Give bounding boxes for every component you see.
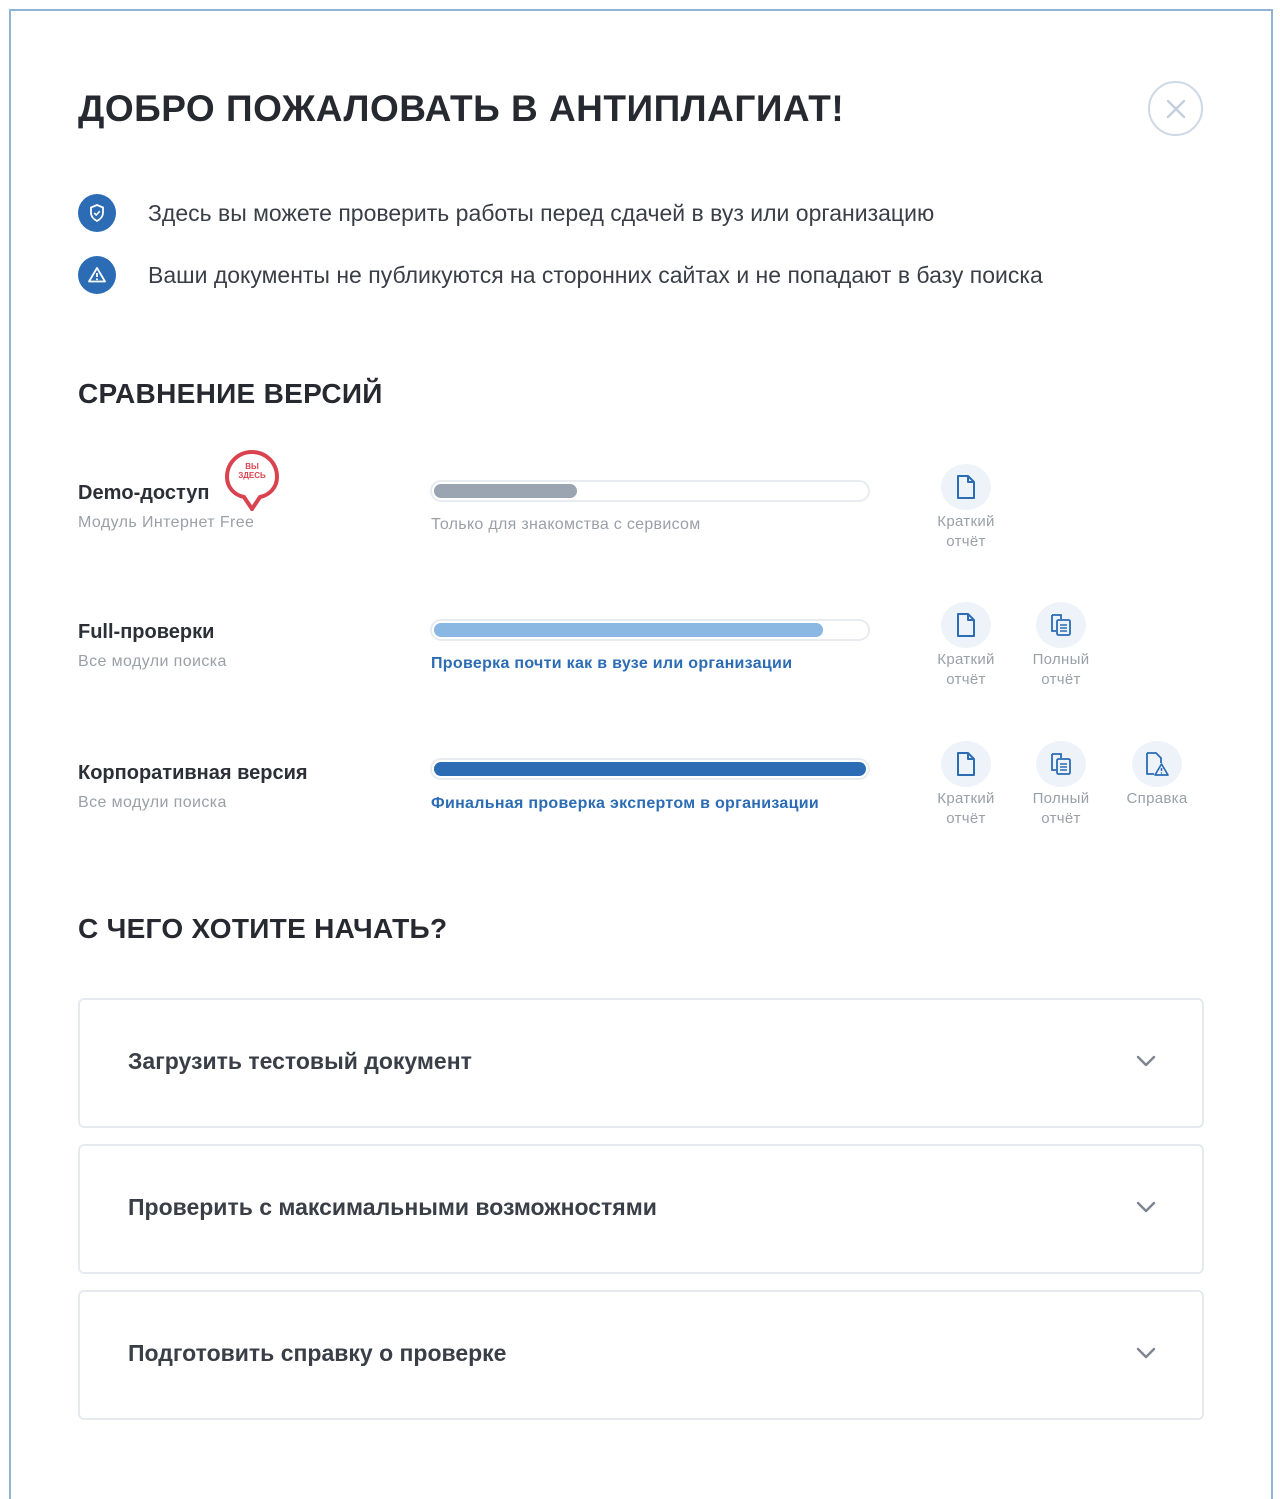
version-name-demo: Demo-доступ [78,482,210,504]
chevron-down-icon [1136,1055,1156,1067]
level-fill-full [434,623,823,637]
version-name-full: Full-проверки [78,621,215,643]
chevron-down-icon [1136,1201,1156,1213]
report-certificate-corporate: Справка [1112,741,1202,809]
section-title-start: С ЧЕГО ХОТИТЕ НАЧАТЬ? [78,913,448,944]
full-report-icon [1036,602,1086,648]
version-sub-full: Все модули поиска [78,653,227,670]
document-icon [941,741,991,787]
version-sub-corporate: Все модули поиска [78,794,227,811]
location-pin-icon [224,449,280,511]
version-level-full [430,619,870,641]
report-label: Полный [1032,651,1090,668]
section-title-compare: СРАВНЕНИЕ ВЕРСИЙ [78,378,383,409]
accordion-max-check[interactable]: Проверить с максимальными возможностями [78,1144,1204,1274]
accordion-label: Подготовить справку о проверке [128,1340,507,1366]
certificate-icon [1132,741,1182,787]
report-label: Краткий [937,651,995,668]
warning-icon [78,256,116,294]
report-short-full: Краткий отчёт [921,602,1011,690]
report-full-corporate: Полный отчёт [1016,741,1106,829]
you-are-here-badge: ВЫ ЗДЕСЬ [238,462,266,480]
info-row-privacy: Ваши документы не публикуются на сторонн… [78,256,1043,294]
version-sub-demo: Модуль Интернет Free [78,514,255,531]
info-text-check: Здесь вы можете проверить работы перед с… [148,199,935,226]
accordion-label: Проверить с максимальными возможностями [128,1194,657,1220]
version-level-corporate [430,758,870,780]
report-label: Краткий [937,513,995,530]
version-level-demo [430,480,870,502]
close-icon [1166,99,1185,118]
report-label: отчёт [946,671,986,688]
version-caption-demo: Только для знакомства с сервисом [431,516,701,533]
accordion-upload-test[interactable]: Загрузить тестовый документ [78,998,1204,1128]
accordion-certificate[interactable]: Подготовить справку о проверке [78,1290,1204,1420]
report-label: отчёт [1041,810,1081,827]
report-label: отчёт [946,810,986,827]
report-label: Справка [1126,790,1188,807]
report-label: отчёт [1041,671,1081,688]
report-short-corporate: Краткий отчёт [921,741,1011,829]
info-text-privacy: Ваши документы не публикуются на сторонн… [148,261,1043,288]
report-full-full: Полный отчёт [1016,602,1106,690]
accordion-label: Загрузить тестовый документ [128,1048,472,1074]
report-label: Краткий [937,790,995,807]
version-caption-full: Проверка почти как в вузе или организаци… [431,655,793,672]
full-report-icon [1036,741,1086,787]
chevron-down-icon [1136,1347,1156,1359]
report-short-demo: Краткий отчёт [921,464,1011,552]
level-fill-demo [434,484,577,498]
document-icon [941,464,991,510]
info-row-check: Здесь вы можете проверить работы перед с… [78,194,934,232]
level-fill-corporate [434,762,866,776]
version-caption-corporate: Финальная проверка экспертом в организац… [431,795,820,812]
report-label: Полный [1032,790,1090,807]
report-label: отчёт [946,533,986,550]
page-title: ДОБРО ПОЖАЛОВАТЬ В АНТИПЛАГИАТ! [78,88,845,129]
shield-icon [78,194,116,232]
close-button[interactable] [1148,81,1203,136]
version-name-corporate: Корпоративная версия [78,762,308,784]
document-icon [941,602,991,648]
